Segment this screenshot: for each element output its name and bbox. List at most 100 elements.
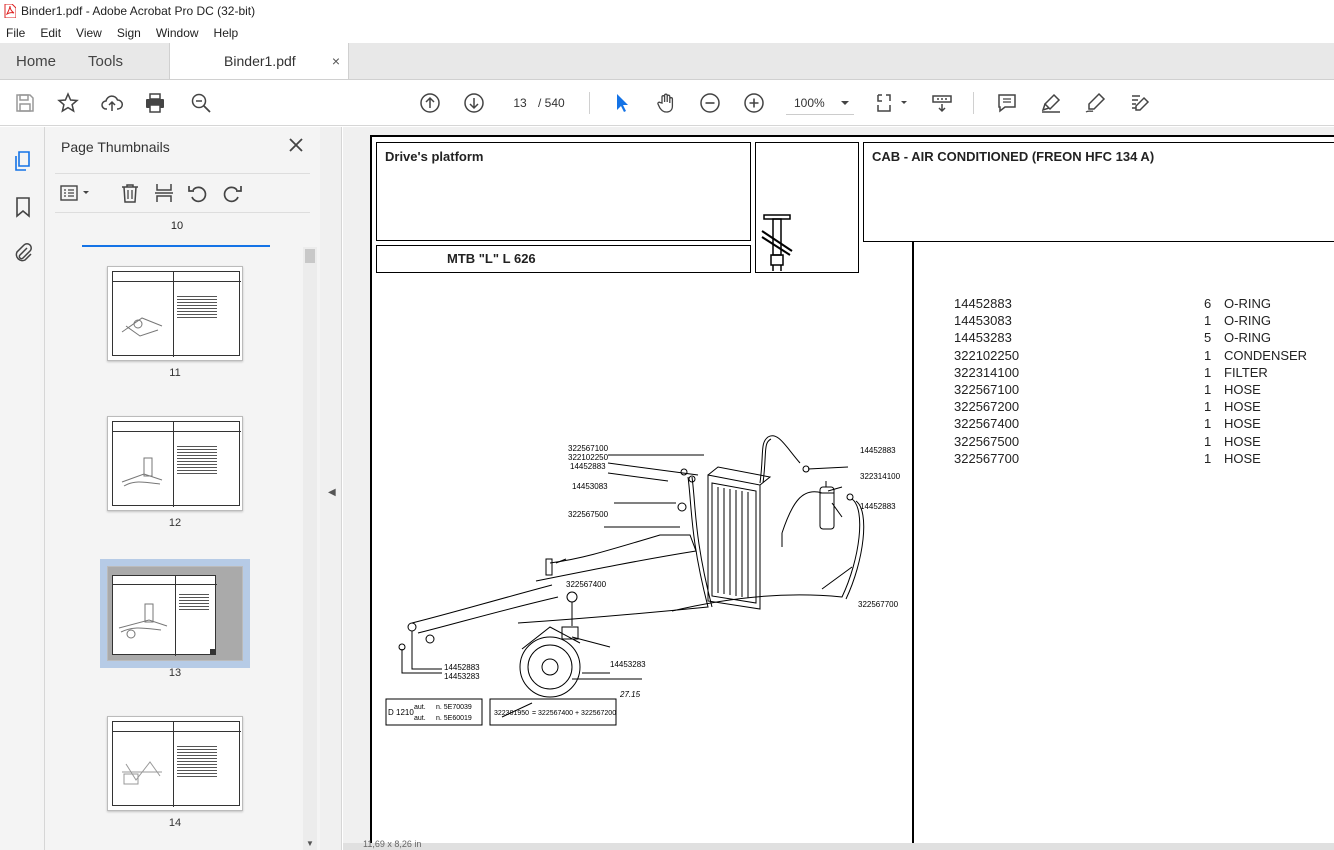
tab-close-icon[interactable]: × bbox=[332, 53, 340, 69]
left-rail bbox=[0, 127, 45, 850]
collapse-panel-icon[interactable]: ◀ bbox=[328, 487, 336, 498]
table-row: 322102250 1 CONDENSER bbox=[954, 348, 1334, 365]
document-view[interactable]: Drive's platform MTB "L" L 626 CAB - AIR… bbox=[343, 127, 1334, 850]
part-number: 322102250 bbox=[954, 347, 1020, 363]
footnote-old-part: 322301950 bbox=[494, 710, 529, 717]
page-number-input[interactable]: 13 bbox=[505, 91, 535, 115]
thumbnail-image bbox=[107, 416, 243, 511]
delete-icon[interactable] bbox=[119, 182, 141, 204]
zoom-in-icon[interactable] bbox=[742, 91, 766, 115]
menu-window[interactable]: Window bbox=[154, 26, 201, 40]
part-desc: O-RING bbox=[1224, 296, 1271, 311]
sign-pen-icon[interactable] bbox=[1083, 91, 1107, 115]
title-bar: Binder1.pdf - Adobe Acrobat Pro DC (32-b… bbox=[0, 0, 1334, 22]
footnote-aut: aut. bbox=[414, 704, 426, 711]
part-qty: 1 bbox=[1204, 433, 1212, 449]
menu-edit[interactable]: Edit bbox=[38, 26, 63, 40]
thumbnail-page-13[interactable]: 13 bbox=[100, 559, 250, 679]
edit-pdf-icon[interactable] bbox=[1127, 91, 1151, 115]
rotate-right-icon[interactable] bbox=[221, 182, 243, 204]
save-icon[interactable] bbox=[13, 91, 37, 115]
table-row: 14452883 6 O-RING bbox=[954, 296, 1334, 313]
extract-pages-icon[interactable] bbox=[153, 182, 175, 204]
select-cursor-icon[interactable] bbox=[610, 91, 634, 115]
group-title-box: CAB - AIR CONDITIONED (FREON HFC 134 A) bbox=[863, 142, 1334, 242]
highlight-pen-icon[interactable] bbox=[1039, 91, 1063, 115]
zoom-out-icon[interactable] bbox=[698, 91, 722, 115]
parts-table: 14452883 6 O-RING 14453083 1 O-RING 14453283… bbox=[954, 296, 1334, 468]
print-icon[interactable] bbox=[143, 91, 167, 115]
scroll-mode-icon[interactable] bbox=[930, 91, 954, 115]
label-14453283: 14453283 bbox=[444, 672, 480, 681]
group-icon-box bbox=[755, 142, 859, 273]
upload-cloud-icon[interactable] bbox=[100, 91, 124, 115]
label-27-15: 27.15 bbox=[619, 690, 641, 699]
panel-splitter[interactable]: ◀ bbox=[320, 127, 342, 850]
part-desc: FILTER bbox=[1224, 364, 1268, 380]
part-number: 14453283 bbox=[954, 330, 1012, 346]
label-322314100: 322314100 bbox=[860, 472, 901, 481]
table-row: 322567100 1 HOSE bbox=[954, 382, 1334, 399]
options-menu-icon[interactable] bbox=[59, 182, 93, 204]
part-number: 322567200 bbox=[954, 399, 1020, 415]
page-display-icon[interactable] bbox=[876, 91, 910, 115]
page-thumbnails-panel: Page Thumbnails 10 ▼ 11 12 13 14 bbox=[45, 127, 320, 850]
acrobat-icon bbox=[4, 4, 16, 18]
part-number: 322567700 bbox=[954, 450, 1020, 466]
tab-home[interactable]: Home bbox=[0, 43, 72, 79]
scroll-down-icon[interactable]: ▼ bbox=[306, 839, 314, 848]
part-number: 322567100 bbox=[954, 381, 1020, 397]
close-icon[interactable] bbox=[288, 137, 304, 153]
tab-bar: Home Tools Binder1.pdf × bbox=[0, 43, 1334, 80]
part-qty: 1 bbox=[1204, 416, 1212, 432]
find-zoom-icon[interactable] bbox=[189, 91, 213, 115]
menu-file[interactable]: File bbox=[4, 26, 27, 40]
thumbnail-label: 13 bbox=[168, 667, 182, 679]
pdf-page: Drive's platform MTB "L" L 626 CAB - AIR… bbox=[370, 135, 1334, 850]
label-322102250: 322102250 bbox=[568, 453, 609, 462]
thumbnail-label: 11 bbox=[169, 367, 181, 379]
next-page-icon[interactable] bbox=[462, 91, 486, 115]
hand-tool-icon[interactable] bbox=[654, 91, 678, 115]
thumbnail-tools bbox=[55, 173, 310, 213]
label-14452883: 14452883 bbox=[444, 663, 480, 672]
part-qty: 1 bbox=[1204, 347, 1212, 363]
tab-document-label: Binder1.pdf bbox=[224, 53, 296, 69]
part-qty: 5 bbox=[1204, 330, 1212, 346]
bookmark-icon[interactable] bbox=[11, 195, 35, 219]
attachment-icon[interactable] bbox=[11, 241, 35, 265]
model-box: MTB "L" L 626 bbox=[376, 245, 751, 273]
thumbnail-page-14[interactable]: 14 bbox=[107, 716, 243, 829]
part-qty: 1 bbox=[1204, 399, 1212, 415]
table-row: 322567400 1 HOSE bbox=[954, 416, 1334, 433]
exploded-parts-diagram: 322567100 322102250 14452883 14453083 32… bbox=[385, 435, 901, 726]
star-icon[interactable] bbox=[56, 91, 80, 115]
zoom-select[interactable]: 100% bbox=[786, 91, 854, 115]
tab-tools[interactable]: Tools bbox=[72, 43, 139, 79]
menu-help[interactable]: Help bbox=[212, 26, 241, 40]
tab-document[interactable]: Binder1.pdf × bbox=[169, 43, 350, 79]
section-title: Drive's platform bbox=[385, 149, 484, 164]
rotate-left-icon[interactable] bbox=[187, 182, 209, 204]
page-size: 11,69 x 8,26 in bbox=[363, 839, 422, 849]
table-row: 322567500 1 HOSE bbox=[954, 434, 1334, 451]
page-thumbnails-icon[interactable] bbox=[11, 149, 35, 173]
menu-bar: File Edit View Sign Window Help bbox=[0, 22, 1334, 43]
previous-page-icon[interactable] bbox=[418, 91, 442, 115]
label-322567500: 322567500 bbox=[568, 510, 609, 519]
scroll-thumb[interactable] bbox=[305, 249, 315, 263]
thumbnail-page-12[interactable]: 12 bbox=[107, 416, 243, 529]
table-row: 14453283 5 O-RING bbox=[954, 330, 1334, 347]
part-desc: HOSE bbox=[1224, 450, 1261, 466]
comment-icon[interactable] bbox=[995, 91, 1019, 115]
part-qty: 1 bbox=[1204, 450, 1212, 466]
part-desc: CONDENSER bbox=[1224, 347, 1308, 363]
menu-sign[interactable]: Sign bbox=[115, 26, 143, 40]
chevron-down-icon bbox=[841, 100, 849, 105]
part-desc: HOSE bbox=[1224, 399, 1261, 415]
page-total: / 540 bbox=[538, 96, 565, 110]
thumbnail-page-11[interactable]: 11 bbox=[107, 266, 243, 379]
part-desc: HOSE bbox=[1224, 416, 1261, 432]
menu-view[interactable]: View bbox=[74, 26, 104, 40]
thumbnails-scrollbar[interactable]: ▼ bbox=[303, 247, 317, 850]
